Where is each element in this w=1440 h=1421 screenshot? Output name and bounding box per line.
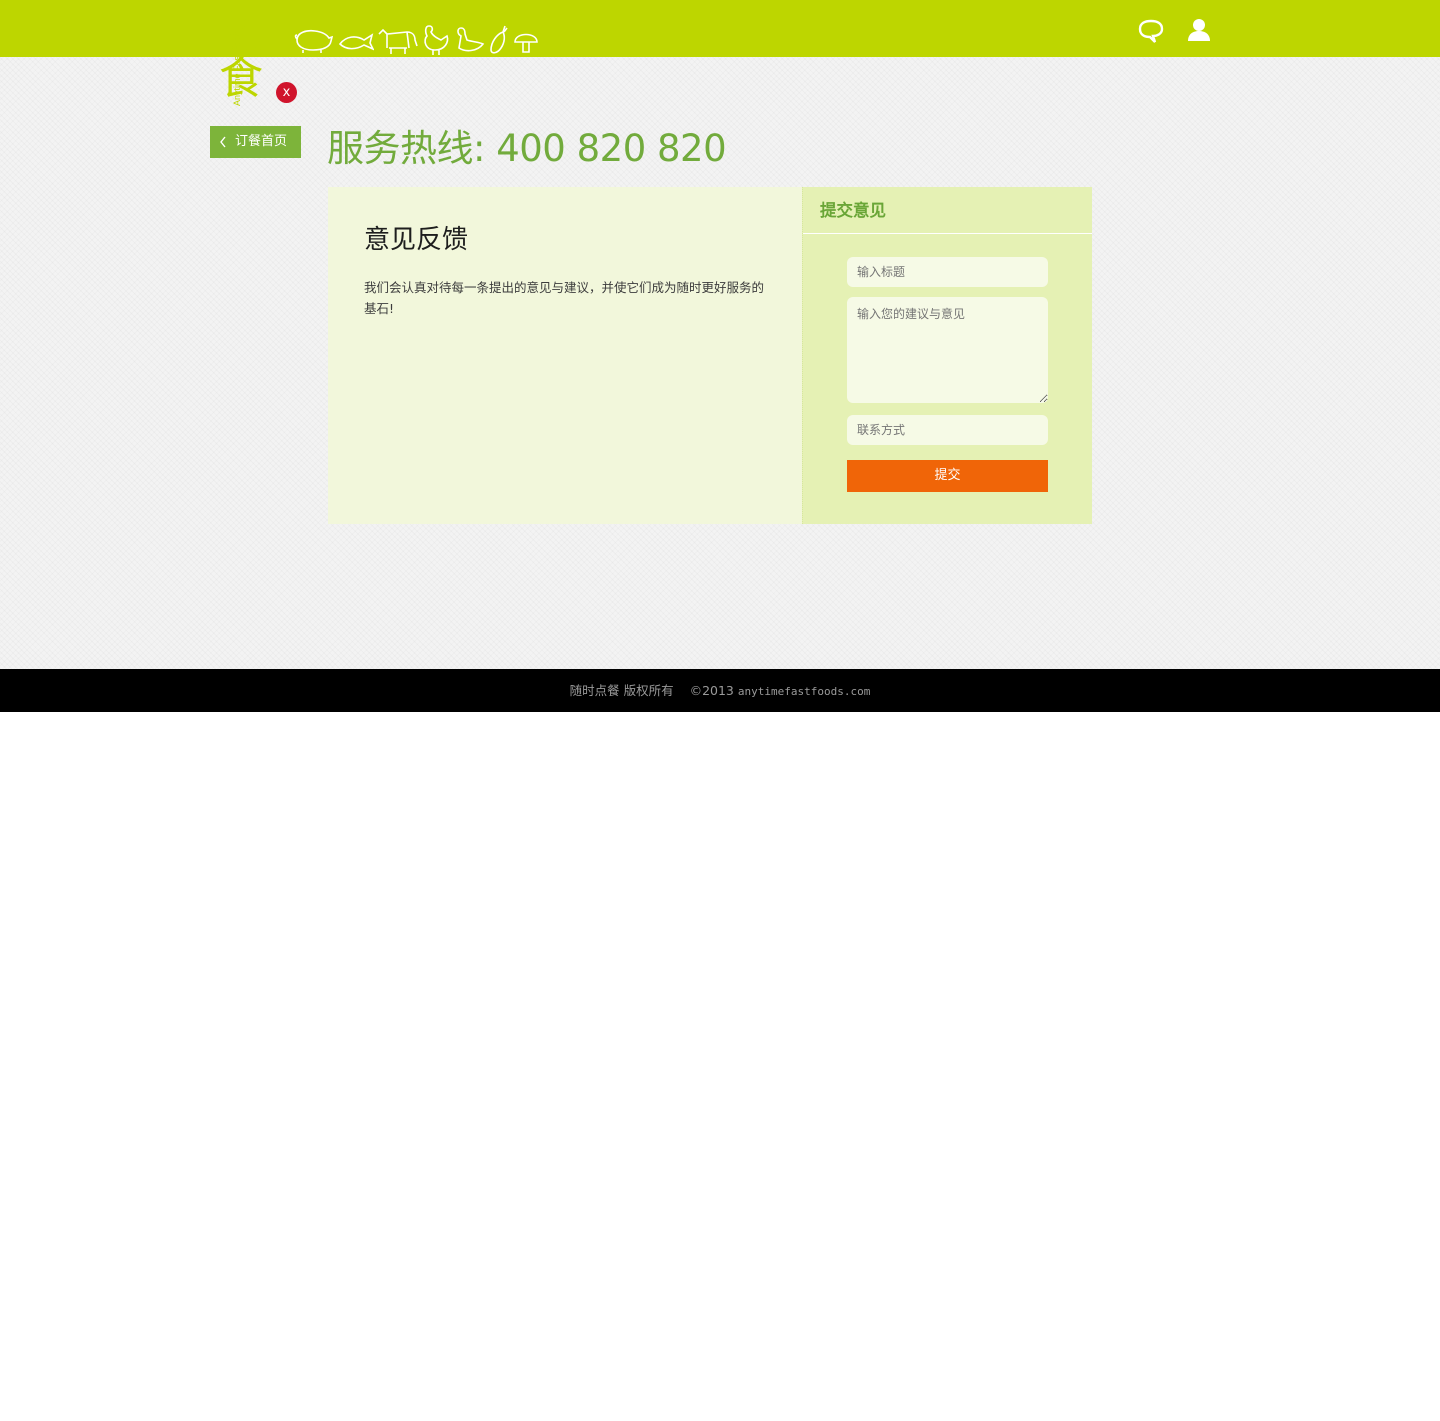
footer-rights: 随时点餐 版权所有 <box>569 683 674 698</box>
submit-button[interactable]: 提交 <box>847 460 1048 492</box>
top-bar <box>0 0 1440 57</box>
form-heading: 提交意见 <box>803 187 1092 234</box>
chevron-left-icon <box>220 136 226 148</box>
user-icon[interactable] <box>1185 17 1213 45</box>
contact-input[interactable] <box>847 415 1048 445</box>
fish-icon[interactable] <box>338 24 374 54</box>
chicken-icon[interactable] <box>421 24 451 56</box>
logo-char-1: 随 <box>219 7 263 58</box>
feedback-description: 我们会认真对待每一条提出的意见与建议，并使它们成为随时更好服务的基石! <box>364 280 765 316</box>
logo[interactable]: 随 食 <box>219 10 271 105</box>
home-nav-label: 订餐首页 <box>235 134 288 149</box>
pig-icon[interactable] <box>293 24 333 54</box>
home-nav-button[interactable]: 订餐首页 <box>210 126 301 158</box>
footer-domain: anytimefastfoods.com <box>737 685 871 698</box>
duck-icon[interactable] <box>455 24 485 56</box>
feedback-info-panel: 意见反馈 我们会认真对待每一条提出的意见与建议，并使它们成为随时更好服务的基石! <box>328 187 802 524</box>
suggestion-textarea[interactable] <box>847 297 1048 403</box>
feedback-form-panel: 提交意见 提交 <box>802 187 1092 524</box>
mushroom-icon[interactable] <box>513 24 539 56</box>
cow-icon[interactable] <box>377 24 419 56</box>
logo-subtitle: Anytime Fast Food <box>232 30 242 106</box>
title-input[interactable] <box>847 257 1048 287</box>
footer-copyright: ©2013 <box>689 683 734 698</box>
vegetable-icon[interactable] <box>487 24 511 56</box>
service-hotline: 服务热线: 400 820 820 <box>327 127 727 170</box>
logo-badge: ⅹ <box>276 82 297 103</box>
footer: 随时点餐 版权所有 ©2013 anytimefastfoods.com <box>0 669 1440 712</box>
feedback-title: 意见反馈 <box>364 225 469 255</box>
chat-icon[interactable] <box>1137 17 1165 45</box>
logo-char-2: 食 <box>219 53 263 104</box>
